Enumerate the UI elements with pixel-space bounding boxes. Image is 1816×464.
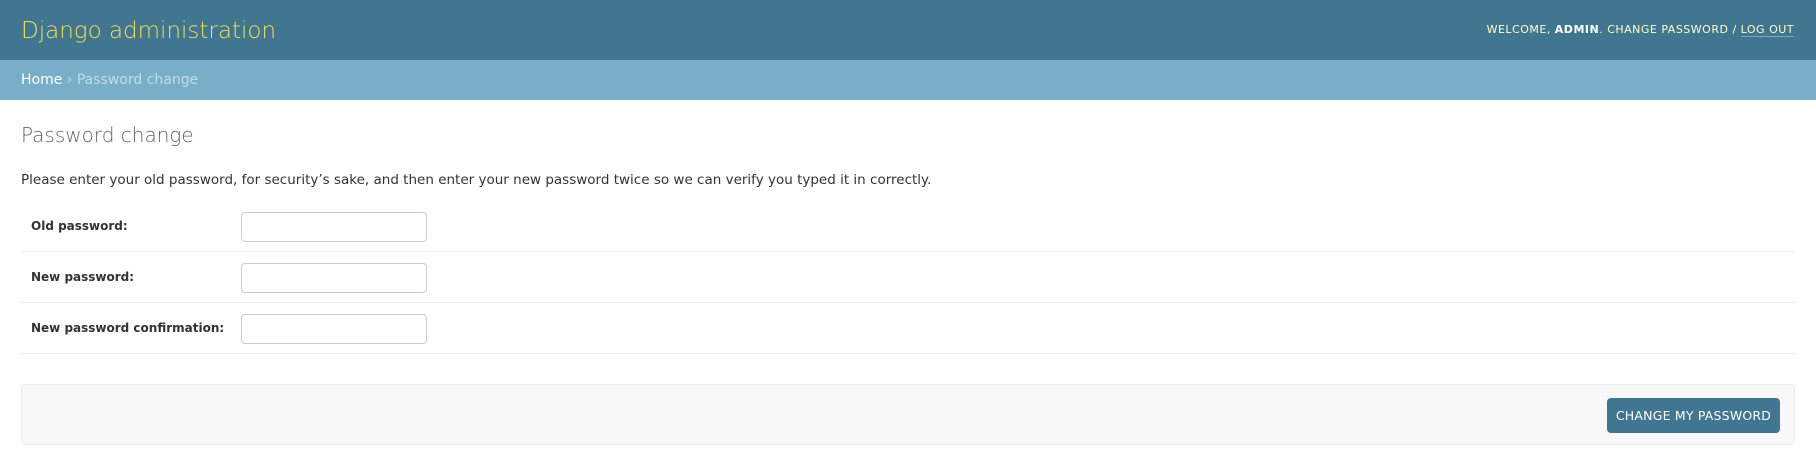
old-password-input[interactable] — [241, 212, 427, 242]
new-password-input[interactable] — [241, 263, 427, 293]
submit-row: Change my password — [21, 384, 1795, 445]
form-row-old-password: Old password: — [21, 201, 1795, 252]
change-password-button[interactable]: Change my password — [1607, 398, 1780, 433]
form-row-new-password: New password: — [21, 252, 1795, 303]
new-password-confirmation-label: New password confirmation: — [31, 321, 225, 335]
form-row-new-password-confirmation: New password confirmation: — [21, 303, 1795, 354]
new-password-confirmation-input[interactable] — [241, 314, 427, 344]
password-change-form: Old password: New password: New password… — [21, 0, 1795, 464]
old-password-label: Old password: — [31, 219, 128, 233]
new-password-label: New password: — [31, 270, 135, 284]
